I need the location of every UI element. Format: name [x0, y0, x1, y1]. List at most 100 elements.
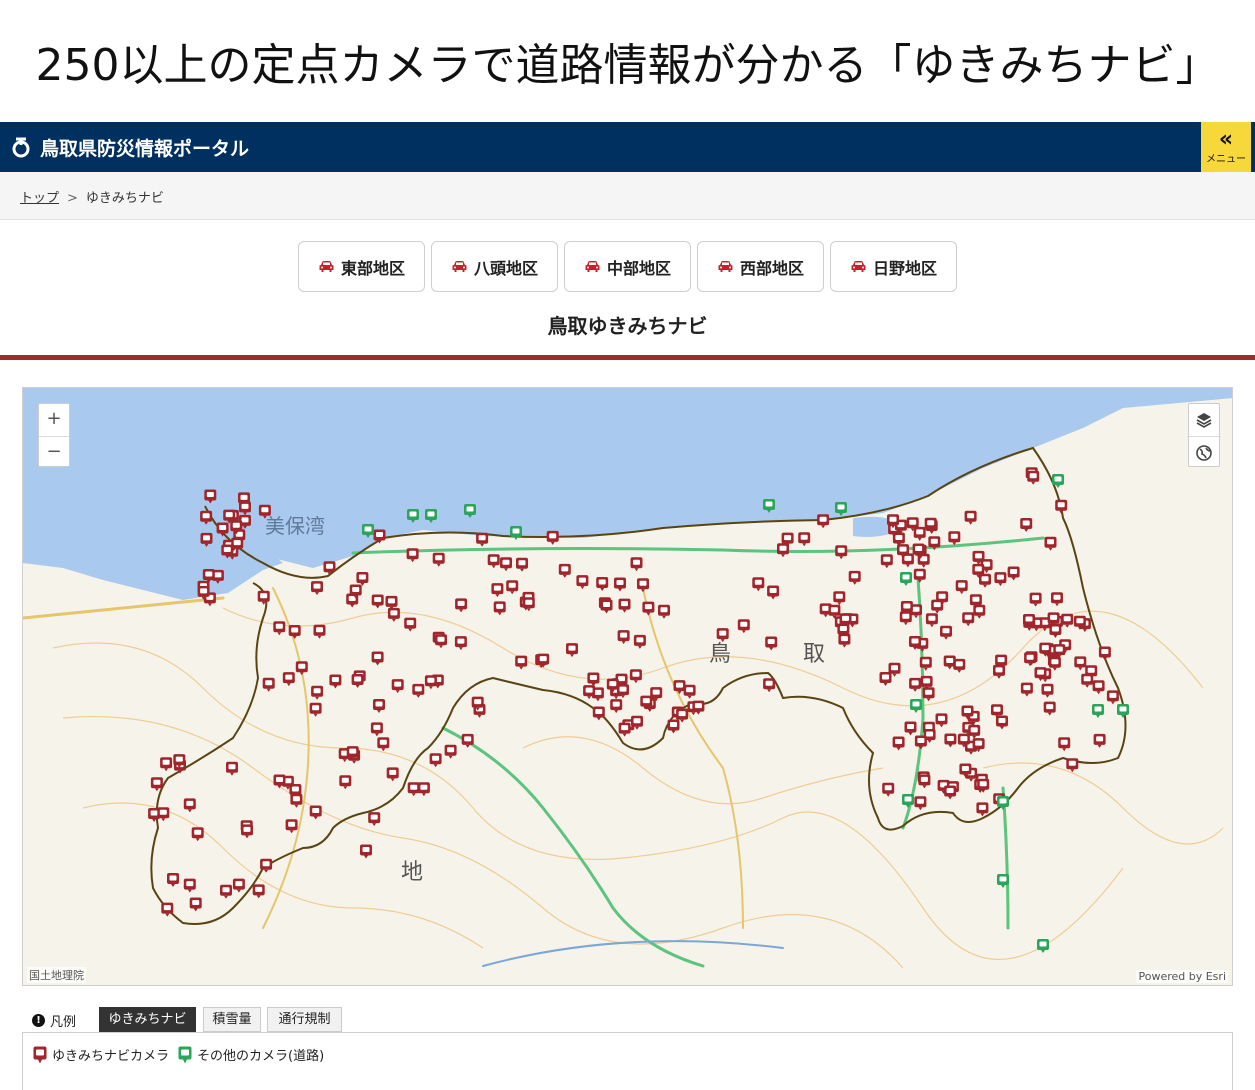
- other-camera-marker[interactable]: [763, 499, 775, 513]
- camera-marker[interactable]: [506, 580, 519, 595]
- camera-marker[interactable]: [901, 553, 914, 568]
- camera-marker[interactable]: [955, 580, 968, 595]
- camera-marker[interactable]: [226, 761, 238, 776]
- camera-marker[interactable]: [596, 577, 609, 591]
- camera-marker[interactable]: [461, 733, 474, 748]
- camera-marker[interactable]: [618, 722, 631, 737]
- camera-marker[interactable]: [1041, 683, 1054, 698]
- tab-traffic-restriction[interactable]: 通行規制: [267, 1007, 342, 1032]
- other-camera-marker[interactable]: [902, 794, 914, 808]
- camera-marker[interactable]: [914, 735, 927, 750]
- camera-marker[interactable]: [183, 878, 196, 893]
- camera-marker[interactable]: [592, 706, 605, 721]
- camera-marker[interactable]: [183, 798, 196, 813]
- camera-marker[interactable]: [309, 805, 322, 820]
- camera-marker[interactable]: [377, 737, 390, 752]
- camera-marker[interactable]: [964, 510, 977, 525]
- camera-marker[interactable]: [1081, 673, 1094, 688]
- camera-marker[interactable]: [617, 630, 630, 645]
- camera-marker[interactable]: [455, 598, 468, 613]
- map-view[interactable]: 美保湾 鳥 取 地 + − 国土地理院 Powered by Esri: [22, 387, 1233, 986]
- camera-marker[interactable]: [610, 699, 623, 714]
- attribution-gsi[interactable]: 国土地理院: [27, 967, 86, 983]
- camera-marker[interactable]: [339, 775, 352, 790]
- camera-marker[interactable]: [931, 599, 944, 614]
- camera-marker[interactable]: [835, 545, 848, 560]
- camera-marker[interactable]: [1020, 518, 1033, 532]
- camera-marker[interactable]: [1044, 536, 1057, 551]
- camera-marker[interactable]: [356, 572, 369, 586]
- camera-marker[interactable]: [879, 672, 892, 686]
- camera-marker[interactable]: [385, 595, 398, 610]
- camera-marker[interactable]: [167, 873, 179, 887]
- camera-marker[interactable]: [968, 724, 981, 739]
- camera-marker[interactable]: [1027, 470, 1040, 485]
- camera-marker[interactable]: [150, 777, 163, 792]
- camera-marker[interactable]: [1066, 758, 1079, 773]
- camera-marker[interactable]: [516, 557, 528, 572]
- camera-marker[interactable]: [993, 664, 1005, 679]
- camera-marker[interactable]: [996, 715, 1008, 730]
- camera-marker[interactable]: [928, 536, 941, 551]
- camera-marker[interactable]: [919, 656, 932, 671]
- other-camera-marker[interactable]: [1037, 939, 1049, 953]
- camera-marker[interactable]: [371, 651, 384, 666]
- district-button-yazu[interactable]: 八頭地区: [431, 241, 558, 292]
- camera-marker[interactable]: [880, 554, 893, 569]
- other-camera-marker[interactable]: [835, 502, 847, 516]
- camera-marker[interactable]: [323, 561, 336, 576]
- camera-marker[interactable]: [994, 572, 1007, 587]
- camera-marker[interactable]: [220, 884, 232, 899]
- camera-marker[interactable]: [257, 590, 270, 605]
- camera-marker[interactable]: [191, 827, 204, 842]
- camera-marker[interactable]: [918, 774, 931, 789]
- camera-marker[interactable]: [913, 568, 926, 583]
- camera-marker[interactable]: [204, 489, 217, 504]
- camera-marker[interactable]: [537, 653, 550, 668]
- camera-marker[interactable]: [522, 597, 535, 612]
- camera-marker[interactable]: [1055, 499, 1068, 514]
- district-button-tobu[interactable]: 東部地区: [298, 241, 425, 292]
- camera-marker[interactable]: [290, 793, 303, 808]
- portal-title[interactable]: 鳥取県防災情報ポータル: [40, 134, 249, 161]
- other-camera-marker[interactable]: [464, 504, 476, 518]
- camera-marker[interactable]: [979, 573, 991, 588]
- camera-marker[interactable]: [944, 733, 957, 748]
- camera-marker[interactable]: [407, 782, 420, 797]
- camera-marker[interactable]: [368, 812, 381, 827]
- camera-marker[interactable]: [892, 736, 905, 751]
- camera-marker[interactable]: [282, 672, 295, 687]
- camera-marker[interactable]: [232, 878, 245, 893]
- camera-marker[interactable]: [285, 819, 298, 834]
- camera-marker[interactable]: [373, 529, 386, 544]
- camera-marker[interactable]: [288, 625, 301, 639]
- camera-marker[interactable]: [311, 581, 323, 596]
- camera-marker[interactable]: [630, 557, 643, 572]
- camera-marker[interactable]: [1048, 656, 1061, 671]
- other-camera-marker[interactable]: [910, 699, 922, 713]
- camera-marker[interactable]: [429, 753, 442, 768]
- other-camera-marker[interactable]: [1092, 704, 1104, 718]
- camera-marker[interactable]: [373, 699, 385, 713]
- district-button-hino[interactable]: 日野地区: [830, 241, 957, 292]
- camera-marker[interactable]: [833, 591, 846, 606]
- camera-marker[interactable]: [976, 802, 989, 817]
- tab-snow-depth[interactable]: 積雪量: [203, 1007, 261, 1032]
- camera-marker[interactable]: [387, 607, 400, 622]
- camera-marker[interactable]: [909, 677, 922, 692]
- camera-marker[interactable]: [476, 532, 489, 547]
- other-camera-marker[interactable]: [510, 526, 522, 540]
- camera-marker[interactable]: [683, 684, 696, 699]
- camera-marker[interactable]: [386, 767, 399, 782]
- camera-marker[interactable]: [435, 634, 447, 649]
- camera-marker[interactable]: [1024, 652, 1037, 667]
- other-camera-marker[interactable]: [997, 874, 1009, 888]
- camera-marker[interactable]: [1051, 592, 1063, 607]
- district-button-seibu[interactable]: 西部地区: [697, 241, 824, 292]
- camera-marker[interactable]: [424, 675, 437, 690]
- camera-marker[interactable]: [262, 677, 275, 692]
- camera-marker[interactable]: [940, 625, 952, 640]
- camera-marker[interactable]: [667, 719, 680, 734]
- camera-marker[interactable]: [454, 636, 467, 651]
- camera-marker[interactable]: [618, 598, 631, 613]
